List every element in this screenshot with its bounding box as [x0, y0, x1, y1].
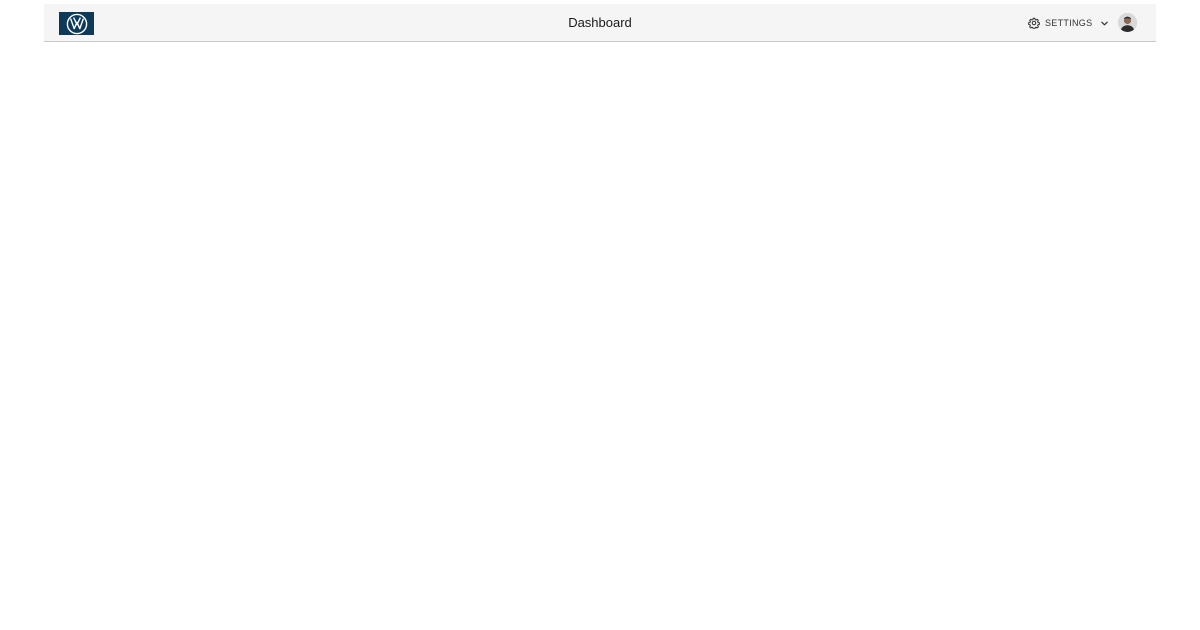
vw-logo-icon	[66, 13, 87, 34]
page-title: Dashboard	[568, 15, 632, 30]
brand-logo-button[interactable]	[59, 12, 94, 35]
settings-label: SETTINGS	[1045, 18, 1093, 28]
user-avatar[interactable]	[1118, 13, 1137, 32]
settings-dropdown-button[interactable]: SETTINGS	[1028, 16, 1109, 30]
gear-icon	[1028, 17, 1040, 29]
chevron-down-icon	[1101, 21, 1109, 25]
avatar-person-icon	[1118, 13, 1137, 32]
top-header-bar: Dashboard SETTINGS	[44, 4, 1156, 42]
page: Dashboard SETTINGS	[0, 0, 1200, 630]
